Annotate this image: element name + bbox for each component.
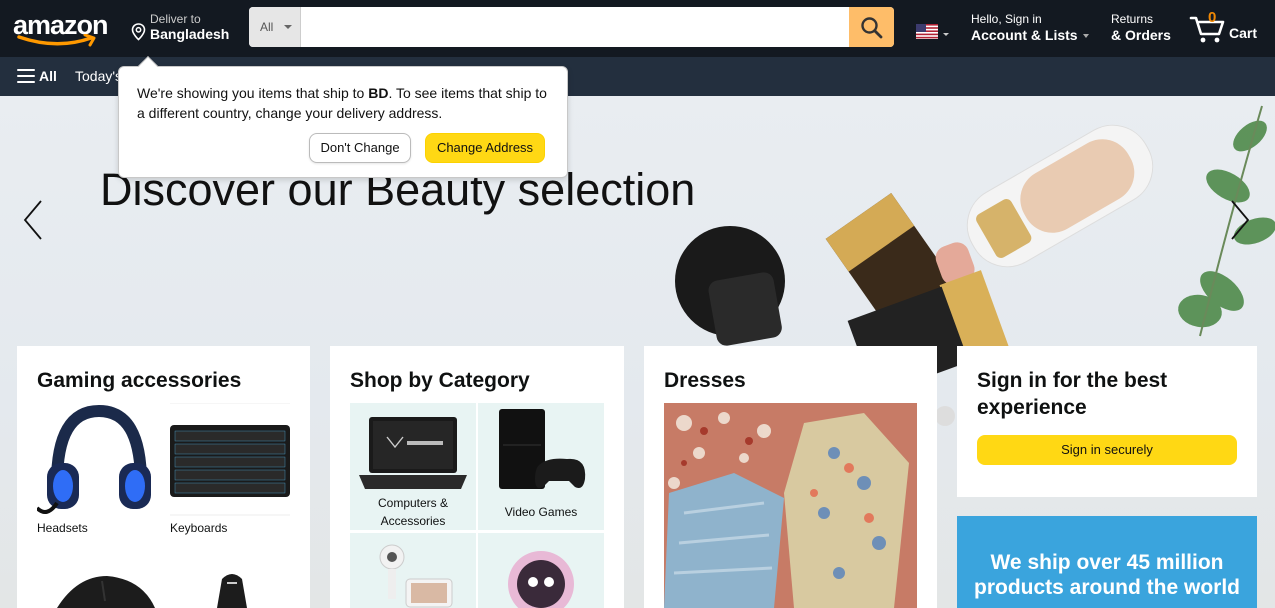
laptop-image: [359, 417, 467, 489]
keyboard-image: [170, 403, 290, 516]
tile-label-headsets[interactable]: Headsets: [37, 521, 88, 535]
ship-banner-text: We ship over 45 million products around …: [974, 551, 1240, 599]
deliver-to-country: Bangladesh: [150, 26, 230, 42]
chevron-down-icon: [284, 25, 292, 29]
toy-ball-image: [508, 551, 574, 608]
returns-orders[interactable]: Returns & Orders: [1111, 12, 1171, 43]
amazon-logo[interactable]: amazon: [13, 8, 113, 48]
hamburger-icon: [17, 69, 35, 87]
all-menu-label: All: [39, 68, 57, 84]
card-gaming-accessories: Gaming accessories Headsets Keyboards: [17, 346, 310, 608]
cart-button[interactable]: 0 Cart: [1189, 8, 1269, 48]
tile-headsets[interactable]: [37, 403, 157, 518]
international-shipping-banner[interactable]: We ship over 45 million products around …: [957, 516, 1257, 608]
account-label: Account & Lists: [971, 27, 1078, 43]
category-label-computers-1: Computers &: [377, 496, 449, 510]
location-pin-icon: [131, 23, 146, 41]
returns-label: Returns: [1111, 12, 1154, 26]
category-computers[interactable]: Computers & Accessories: [350, 403, 476, 530]
category-video-games[interactable]: Video Games: [478, 403, 604, 530]
category-label-video-games: Video Games: [504, 505, 578, 519]
card-title: Dresses: [664, 369, 746, 392]
search-bar: All: [249, 7, 894, 47]
category-toys[interactable]: [478, 533, 604, 608]
card-shop-by-category: Shop by Category Computers & Accessories…: [330, 346, 624, 608]
dont-change-button[interactable]: Don't Change: [309, 133, 411, 163]
delivery-address-popover: We're showing you items that ship to BD.…: [118, 56, 568, 178]
nav-top: amazon Deliver to Bangladesh All Hello, …: [0, 0, 1275, 57]
card-title: Shop by Category: [350, 369, 530, 392]
game-console-image: [499, 409, 586, 489]
search-category-label: All: [260, 20, 274, 34]
dresses-image: [664, 403, 917, 608]
account-lists[interactable]: Hello, Sign in Account & Lists: [971, 12, 1089, 43]
baby-monitor-image: [379, 544, 453, 608]
tile-keyboards[interactable]: [170, 403, 290, 518]
category-label-computers-2: Accessories: [380, 514, 446, 528]
card-title: Gaming accessories: [37, 369, 242, 392]
search-button[interactable]: [849, 7, 894, 47]
chair-image: [217, 574, 247, 608]
search-input[interactable]: [301, 7, 849, 47]
language-caret-icon: [943, 33, 949, 36]
headset-image: [37, 404, 151, 514]
deliver-to-label: Deliver to: [150, 12, 201, 26]
logo-smile-icon: [17, 34, 96, 47]
tile-label-keyboards[interactable]: Keyboards: [170, 521, 227, 535]
mouse-image: [57, 576, 155, 608]
card-sign-in: Sign in for the best experience Sign in …: [957, 346, 1257, 497]
cart-label: Cart: [1229, 25, 1258, 41]
cart-count: 0: [1208, 9, 1217, 26]
popover-message: We're showing you items that ship to BD.…: [137, 85, 547, 121]
chevron-down-icon: [1082, 34, 1089, 39]
card-dresses: Dresses: [644, 346, 937, 608]
search-icon: [861, 17, 883, 39]
todays-deals-link[interactable]: Today's: [75, 68, 122, 84]
category-baby[interactable]: [350, 533, 476, 608]
orders-label: & Orders: [1111, 27, 1171, 43]
search-category-dropdown[interactable]: All: [249, 7, 301, 47]
sign-in-button[interactable]: Sign in securely: [977, 435, 1237, 465]
tile-dresses[interactable]: [664, 403, 917, 608]
carousel-next-icon[interactable]: [1228, 198, 1252, 242]
change-address-button[interactable]: Change Address: [425, 133, 545, 163]
us-flag-icon[interactable]: [916, 24, 938, 39]
carousel-prev-icon[interactable]: [21, 198, 45, 242]
account-greeting: Hello, Sign in: [971, 12, 1042, 26]
card-title: Sign in for the best experience: [977, 369, 1168, 419]
popover-country: BD: [368, 85, 389, 101]
